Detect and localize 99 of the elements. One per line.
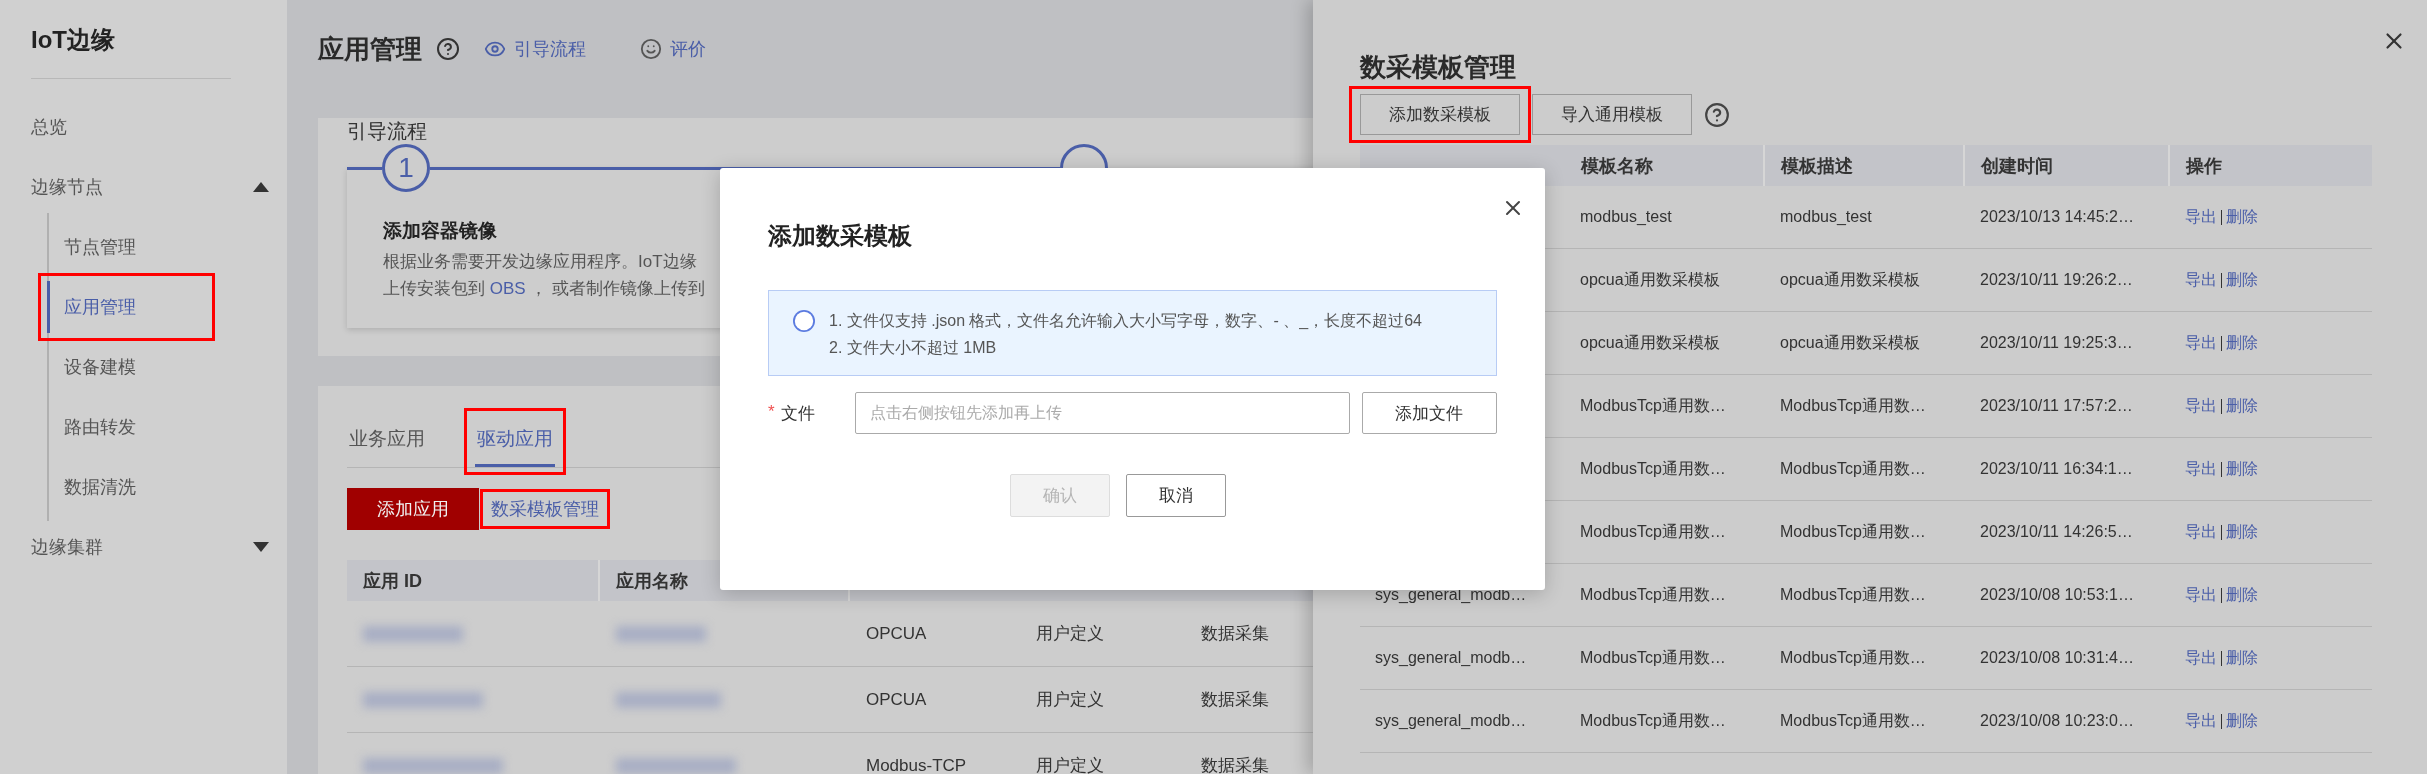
cancel-button[interactable]: 取消: [1125, 474, 1226, 517]
delete-link[interactable]: 删除: [2226, 521, 2258, 543]
table-cell-text: 用户定义: [1035, 689, 1105, 711]
table-cell-text: 2023/10/11 16:34:1…: [1979, 460, 2134, 478]
sidebar-item[interactable]: 路由转发: [47, 401, 204, 453]
export-link[interactable]: 导出: [2185, 458, 2217, 480]
table-cell-text: 用户定义: [1035, 623, 1105, 645]
section-title: 引导流程: [347, 119, 427, 144]
table-cell-text: ModbusTcp通用数…: [1579, 647, 1727, 668]
table-cell-text: opcua通用数采模板: [1779, 269, 1921, 290]
table-cell-text: 数据采集: [1200, 689, 1270, 711]
help-icon[interactable]: [436, 37, 460, 61]
export-link[interactable]: 导出: [2185, 269, 2217, 291]
table-cell-text: sys_general_modb…: [1374, 712, 1528, 730]
sidebar-item[interactable]: 边缘节点: [31, 161, 269, 213]
table-cell-text: 2023/10/08 10:53:1…: [1979, 586, 2135, 604]
notice-text: 2. 文件大小不超过 1MB: [829, 338, 998, 358]
table-cell-text: sys_general_modb…: [1374, 649, 1528, 667]
column-header: 模板名称: [1565, 145, 1765, 186]
export-link[interactable]: 导出: [2185, 395, 2217, 417]
sidebar-item[interactable]: 总览: [31, 101, 269, 153]
product-title: IoT边缘: [31, 0, 231, 79]
sidebar-item[interactable]: 边缘集群: [31, 521, 269, 573]
table-cell-text: 2023/10/11 17:57:2…: [1979, 397, 2134, 415]
guide-link[interactable]: 引导流程: [484, 37, 586, 61]
panel-button[interactable]: 添加数采模板: [1360, 94, 1520, 135]
table-cell-text: ModbusTcp通用数…: [1779, 584, 1927, 605]
delete-link[interactable]: 删除: [2226, 710, 2258, 732]
table-cell-text: modbus_test: [1779, 208, 1873, 226]
table-cell-text: OPCUA: [865, 689, 928, 710]
table-cell-text: opcua通用数采模板: [1779, 332, 1921, 353]
export-link[interactable]: 导出: [2185, 521, 2217, 543]
smiley-icon: [640, 38, 662, 60]
table-cell-text: 2023/10/11 19:25:3…: [1979, 334, 2134, 352]
notice-text: 1. 文件仅支持 .json 格式，文件名允许输入大小写字母，数字、- 、_，长度不超过64: [829, 311, 1423, 331]
add-app-button[interactable]: 添加应用: [347, 488, 479, 530]
column-header: 创建时间: [1965, 145, 2170, 186]
table-cell-text: ModbusTcp通用数…: [1579, 584, 1727, 605]
dialog-title: 添加数采模板: [768, 221, 913, 251]
table-cell-text: 数据采集: [1200, 623, 1270, 645]
add-file-button[interactable]: 添加文件: [1361, 392, 1497, 434]
table-cell-text: opcua通用数采模板: [1579, 332, 1721, 353]
table-cell-text: sys_general_modb…: [1374, 586, 1528, 604]
table-cell-text: modbus_test: [1579, 208, 1673, 226]
required-mark: *: [768, 401, 775, 423]
table-cell-text: ModbusTcp通用数…: [1579, 458, 1727, 479]
delete-link[interactable]: 删除: [2226, 206, 2258, 228]
tab[interactable]: 业务应用: [347, 416, 427, 467]
export-link[interactable]: 导出: [2185, 710, 2217, 732]
delete-link[interactable]: 删除: [2226, 395, 2258, 417]
delete-link[interactable]: 删除: [2226, 332, 2258, 354]
sidebar-item[interactable]: 数据清洗: [47, 461, 204, 513]
help-icon[interactable]: [1704, 101, 1730, 128]
delete-link[interactable]: 删除: [2226, 647, 2258, 669]
delete-link[interactable]: 删除: [2226, 458, 2258, 480]
delete-link[interactable]: 删除: [2226, 584, 2258, 606]
template-management-link[interactable]: 数采模板管理: [491, 497, 599, 521]
step-title: 添加容器镜像: [383, 219, 497, 243]
tab[interactable]: 驱动应用: [475, 416, 555, 467]
caret-down-icon: [253, 542, 269, 552]
column-header: 模板描述: [1765, 145, 1965, 186]
table-cell-text: ModbusTcp通用数…: [1779, 710, 1927, 731]
table-cell-text: ModbusTcp通用数…: [1779, 395, 1927, 416]
table-cell-text: 2023/10/08 10:31:4…: [1979, 649, 2135, 667]
table-cell-text: ModbusTcp通用数…: [1579, 710, 1727, 731]
column-header: 应用 ID: [347, 560, 600, 601]
field-label: 文件: [780, 402, 815, 425]
sidebar-item[interactable]: 节点管理: [47, 221, 204, 273]
table-cell-text: ModbusTcp通用数…: [1779, 647, 1927, 668]
step-description: 上传安装包到 OBS ， 或者制作镜像上传到: [383, 278, 707, 300]
panel-button[interactable]: 导入通用模板: [1532, 94, 1692, 135]
table-cell-text: ModbusTcp通用数…: [1579, 521, 1727, 542]
table-cell-text: 数据采集: [1200, 755, 1270, 774]
export-link[interactable]: 导出: [2185, 332, 2217, 354]
sidebar-item[interactable]: 设备建模: [47, 341, 204, 393]
caret-up-icon: [253, 182, 269, 192]
delete-link[interactable]: 删除: [2226, 269, 2258, 291]
column-header: 操作: [2185, 154, 2223, 178]
table-cell-text: 2023/10/08 10:23:0…: [1979, 712, 2135, 730]
step-number: 1: [382, 144, 430, 192]
table-cell-text: 2023/10/11 19:26:2…: [1979, 271, 2134, 289]
panel-title: 数采模板管理: [1360, 51, 1516, 84]
page-title: 应用管理: [318, 32, 422, 66]
sidebar-item[interactable]: 应用管理: [47, 281, 204, 333]
table-cell-text: ModbusTcp通用数…: [1579, 395, 1727, 416]
file-field[interactable]: 点击右侧按钮先添加再上传: [854, 392, 1350, 434]
export-link[interactable]: 导出: [2185, 206, 2217, 228]
table-cell-text: opcua通用数采模板: [1579, 269, 1721, 290]
table-cell-text: OPCUA: [865, 623, 928, 644]
table-cell-text: Modbus-TCP: [865, 755, 968, 774]
table-cell-text: 2023/10/13 14:45:2…: [1979, 208, 2135, 226]
export-link[interactable]: 导出: [2185, 647, 2217, 669]
rate-link[interactable]: 评价: [640, 37, 706, 61]
table-cell-text: ModbusTcp通用数…: [1779, 521, 1927, 542]
step-description: 根据业务需要开发边缘应用程序。IoT边缘: [383, 251, 698, 273]
table-cell-text: 2023/10/11 14:26:5…: [1979, 523, 2134, 541]
export-link[interactable]: 导出: [2185, 584, 2217, 606]
table-cell-text: 用户定义: [1035, 755, 1105, 774]
table-cell-text: ModbusTcp通用数…: [1779, 458, 1927, 479]
